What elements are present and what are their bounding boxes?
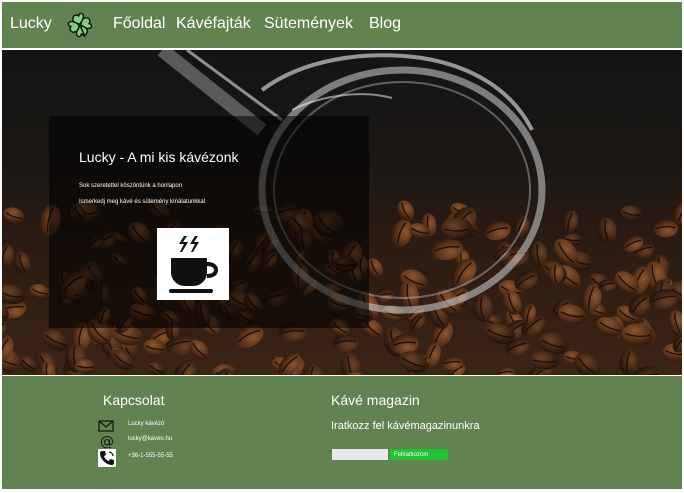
- nav-link-fooldal[interactable]: Főoldal: [113, 15, 165, 33]
- subscribe-button[interactable]: Feliratkozom: [390, 449, 448, 460]
- newsletter-text: Iratkozz fel kávémagazinunkra: [331, 420, 480, 432]
- at-sign-icon: @: [98, 434, 114, 450]
- contact-heading: Kapcsolat: [103, 392, 165, 408]
- nav-link-sutemenyek[interactable]: Sütemények: [264, 15, 353, 33]
- hero-card: Lucky - A mi kis kávézonk Sok szeretette…: [49, 116, 369, 328]
- hero-welcome-text: Sok szeretettel köszöntünk a honlapon: [79, 183, 183, 189]
- four-leaf-clover-icon: [66, 11, 94, 39]
- contact-email-link[interactable]: lucky@kaveo.hu: [128, 436, 172, 442]
- brand-link[interactable]: Lucky: [10, 15, 52, 33]
- svg-text:@: @: [100, 434, 114, 448]
- hero-title: Lucky - A mi kis kávézonk: [79, 149, 239, 165]
- envelope-icon: [98, 419, 114, 433]
- coffee-cup-icon: [157, 228, 229, 300]
- footer: Kapcsolat Lucky kávézó @ lucky@kaveo.hu …: [2, 376, 682, 489]
- nav-link-kavefajtak[interactable]: Kávéfajták: [176, 15, 251, 33]
- page: Lucky Főoldal Kávéfajták Sütemények Blog: [2, 2, 682, 489]
- hero-intro-text: Ismerkedj meg kávé és sütemény kínálatun…: [79, 199, 206, 205]
- contact-name-text: Lucky kávézó: [128, 421, 165, 427]
- newsletter-email-input[interactable]: [332, 449, 388, 460]
- contact-phone-text: +36-1-555-55-55: [128, 453, 173, 459]
- phone-icon: [98, 449, 116, 467]
- magazine-heading: Kávé magazin: [331, 392, 420, 408]
- nav-link-blog[interactable]: Blog: [369, 15, 401, 33]
- hero-section: Lucky - A mi kis kávézonk Sok szeretette…: [2, 50, 682, 375]
- navbar: Lucky Főoldal Kávéfajták Sütemények Blog: [2, 2, 682, 48]
